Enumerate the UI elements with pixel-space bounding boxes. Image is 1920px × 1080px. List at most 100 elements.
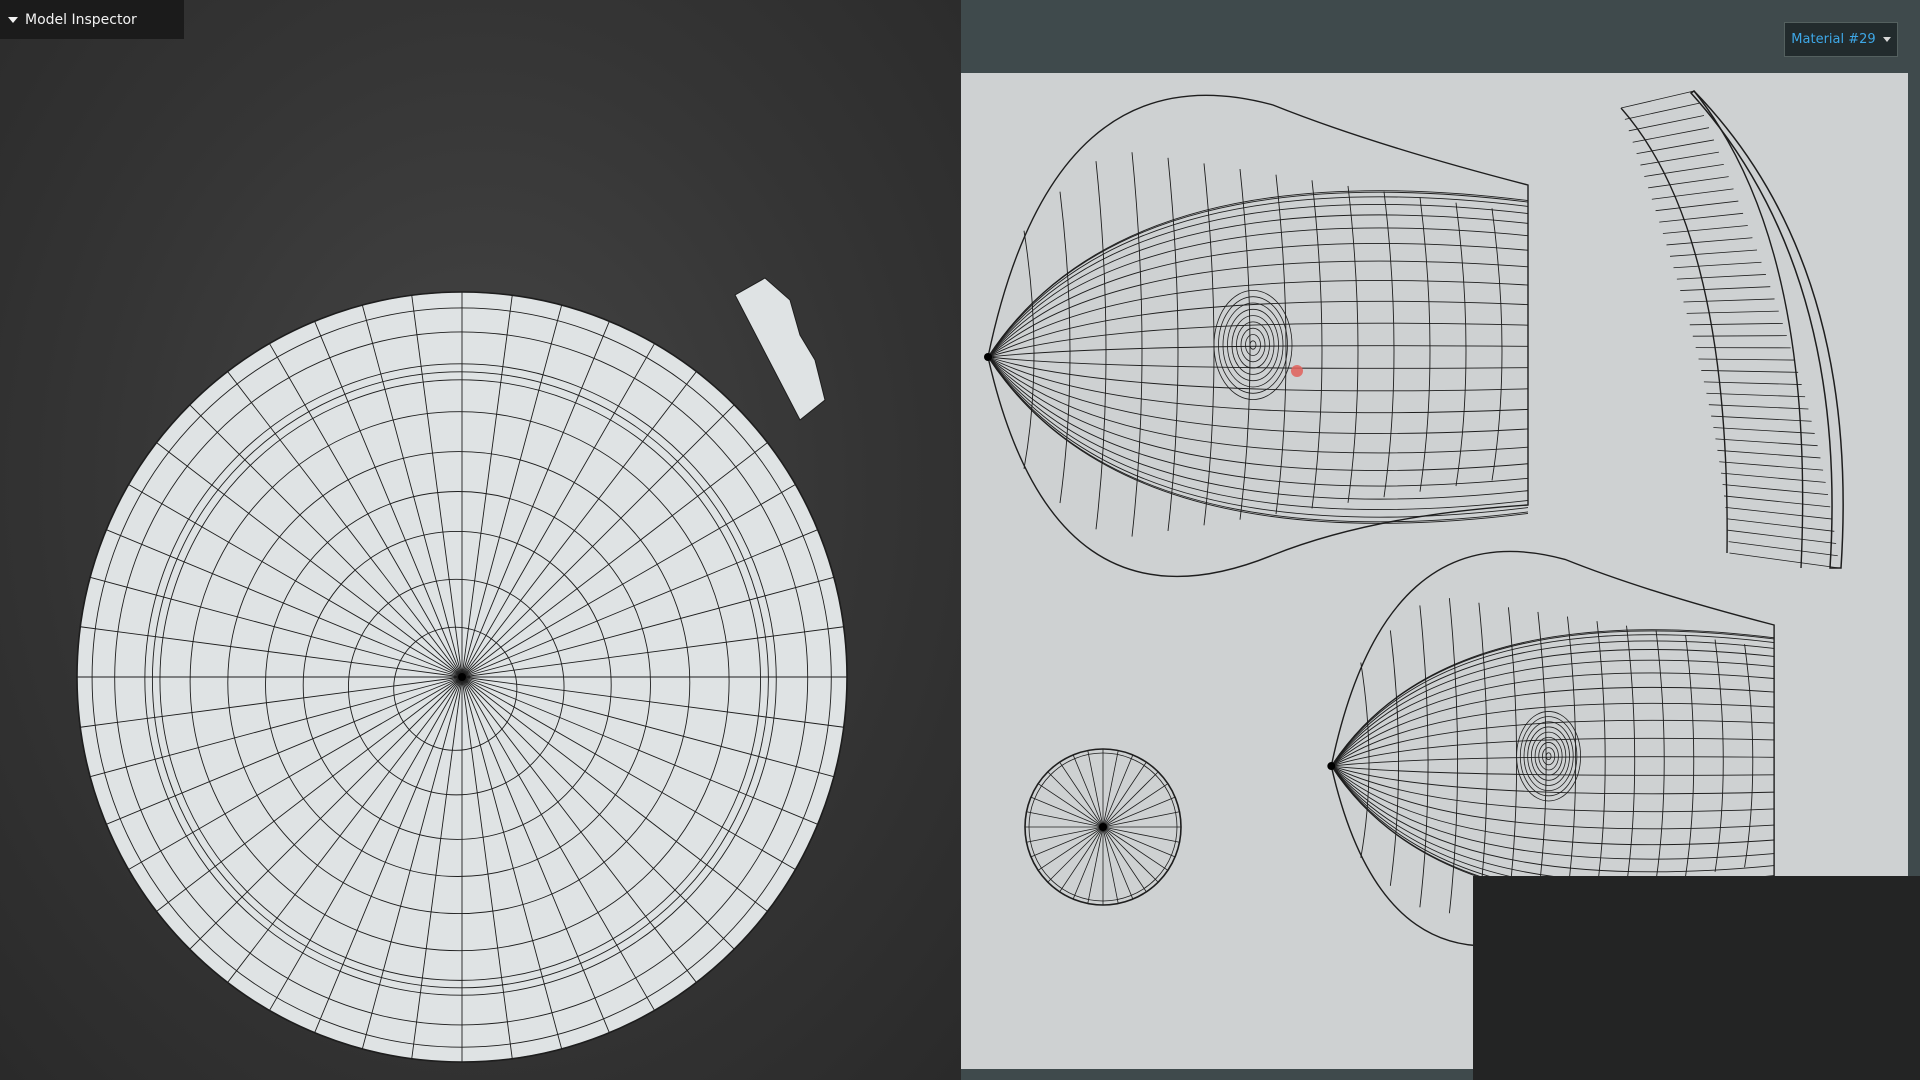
strip-rung [1676,274,1766,280]
hole-ring [1519,716,1578,797]
strip-rung [1719,461,1824,471]
strip-rung [1701,370,1799,373]
uv-island-body-top [984,94,1529,578]
strip-inner-edge [1620,107,1728,554]
strip-rung [1692,335,1787,337]
hole-ring [1240,327,1266,363]
hole-ring [1227,308,1279,382]
uv-edge [1389,630,1399,886]
strip-rung [1624,102,1700,120]
sphere-wireframe-model[interactable] [0,0,961,1080]
hole-ring [1249,340,1257,350]
hole-ring [1530,731,1567,781]
model-inspector-title: Model Inspector [25,11,137,28]
strip-rung [1720,472,1826,483]
strip-outline [1689,90,1844,569]
hole-ring [1231,315,1275,375]
uv-edge [1347,185,1359,503]
strip-rung [1724,495,1831,508]
uv-selection-marker [1291,365,1303,377]
model-inspector-header[interactable]: Model Inspector [0,0,184,39]
dark-overlay-panel [1473,876,1920,1080]
hole-ring [1538,742,1559,771]
uv-edge [987,196,1529,358]
strip-rung [1680,286,1771,291]
strip-rung [1713,427,1815,434]
strip-rung [1715,438,1818,447]
uv-edge [1095,161,1107,530]
strip-rung [1620,90,1695,109]
uv-edge [1537,611,1547,900]
uv-edge [987,203,1529,358]
strip-rung [1669,249,1758,257]
uv-edge [1419,605,1429,908]
disc-spoke [1047,826,1104,883]
uv-edge [987,356,1529,524]
uv-edge [987,356,1529,487]
uv-edge [987,190,1529,358]
uv-edge [987,356,1529,518]
strip-rung [1659,212,1744,223]
uv-edge [1383,191,1395,498]
strip-rung [1708,404,1809,410]
3d-viewport[interactable]: Model Inspector [0,0,961,1080]
uv-edge [1491,208,1503,481]
handle-stub-mesh [734,277,826,421]
material-dropdown-value: Material #29 [1791,32,1876,47]
strip-rung [1666,237,1753,246]
uv-edge [1685,634,1695,877]
uv-island-cap-disc [1024,748,1182,906]
strip-rung [1728,541,1838,557]
strip-rung [1722,484,1829,496]
uv-edge [1626,625,1636,886]
strip-rung [1686,310,1779,314]
uv-edge [1330,634,1775,767]
hole-ring [1213,289,1293,400]
island-pole [984,353,992,361]
uv-edge [1331,756,1775,767]
strip-rung [1689,322,1783,326]
uv-edge [1239,169,1251,520]
hole-ring [1245,334,1261,356]
strip-rung [1683,298,1775,303]
strip-rung [1662,225,1748,234]
strip-rung [1726,518,1835,532]
uv-edge [1744,644,1754,868]
uv-edge [1567,616,1577,895]
strip-rung [1703,381,1802,385]
uv-edge [1059,191,1071,504]
disc-pole [1099,823,1107,831]
strip-rung [1717,449,1821,459]
uv-edge [1330,765,1775,883]
material-dropdown[interactable]: Material #29 [1784,22,1898,57]
hole-ring [1516,711,1581,802]
uv-editor-panel: Material #29 [961,0,1920,1080]
strip-rung [1673,261,1762,269]
uv-edge [1419,197,1431,492]
strip-rung [1632,127,1710,143]
uv-edge [987,345,1529,358]
chevron-down-icon [1882,37,1891,42]
hole-ring [1545,752,1552,761]
strip-rung [1636,139,1715,155]
uv-edge [1023,230,1035,469]
island-outline [987,94,1529,578]
strip-rung [1725,506,1833,520]
uv-edge [1275,174,1287,515]
uv-edge [1360,662,1370,858]
disc-spoke [1102,826,1159,883]
uv-edge [1330,765,1775,873]
strip-rung [1644,163,1724,177]
island-pole [1327,762,1336,771]
strip-rung [1651,188,1734,200]
uv-island-handle-strip [1620,90,1844,569]
strip-rung [1729,552,1840,569]
uv-edge [1330,629,1775,767]
strip-rung [1711,415,1812,422]
uv-edge [1330,649,1775,767]
sphere-pole [458,673,466,681]
strip-rung [1628,115,1705,132]
caret-down-icon [8,16,18,23]
uv-edge [1655,630,1665,882]
strip-rung [1648,176,1729,189]
